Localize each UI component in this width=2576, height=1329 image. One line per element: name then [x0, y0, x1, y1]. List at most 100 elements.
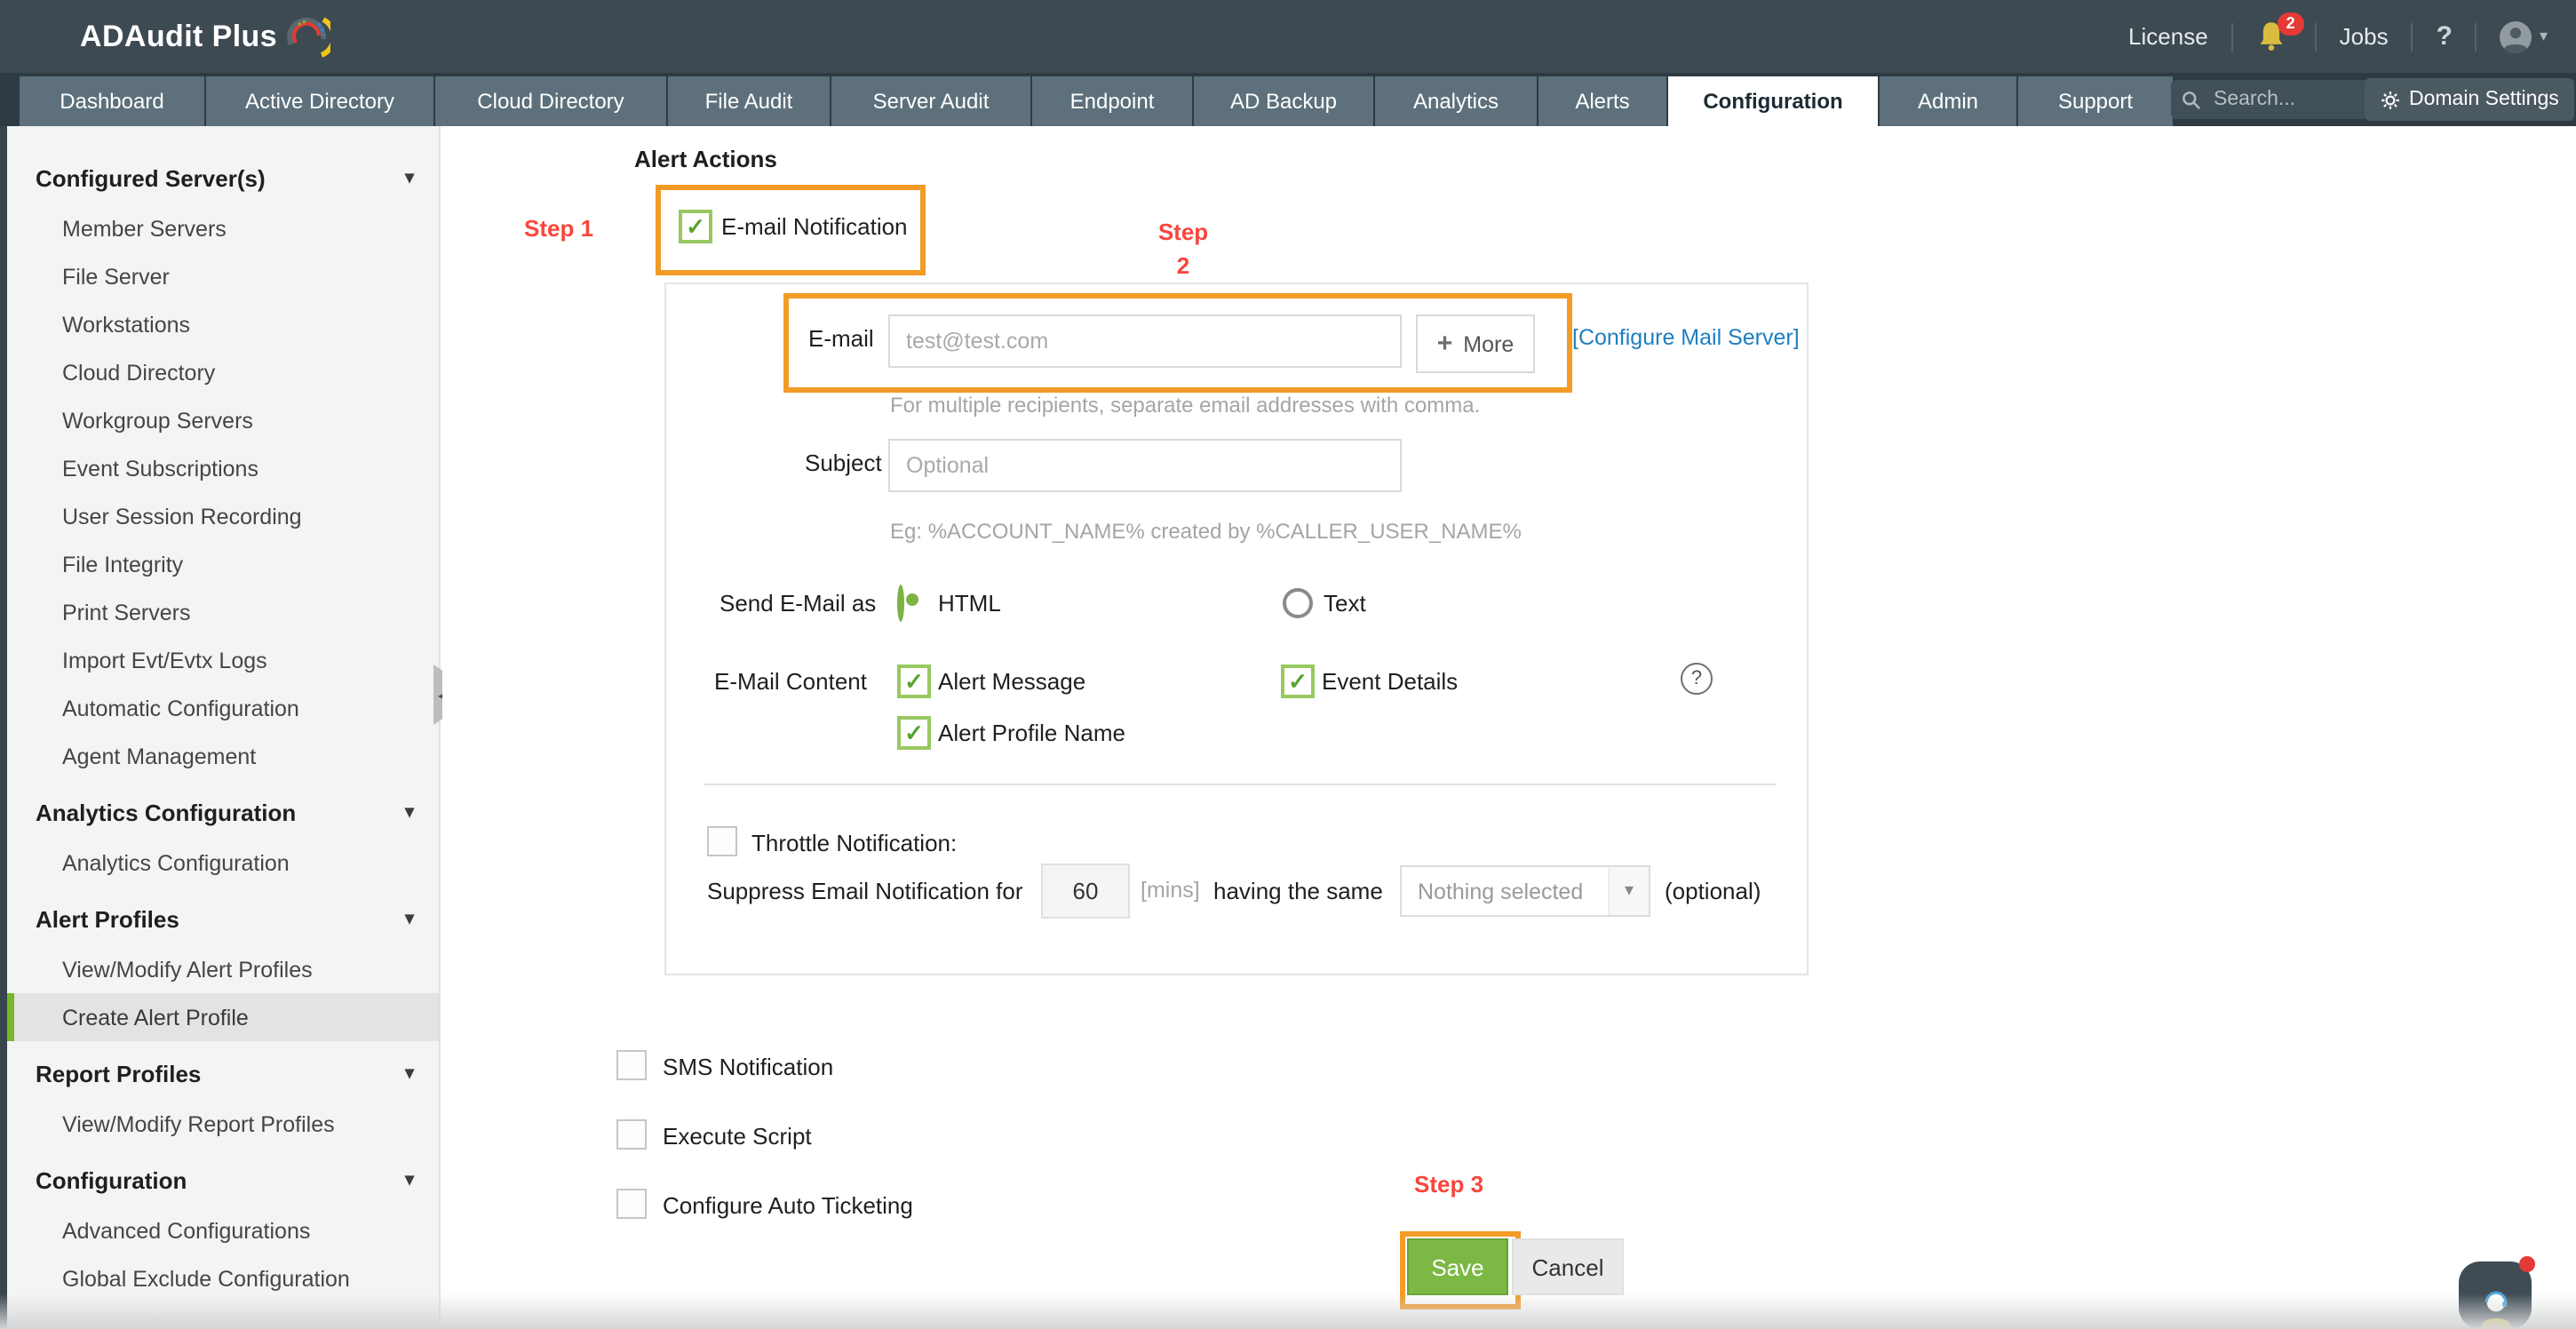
- throttle-notification-label: Throttle Notification:: [751, 830, 957, 856]
- email-content-label: E-Mail Content: [714, 668, 867, 695]
- domain-settings-label: Domain Settings: [2409, 89, 2559, 110]
- email-notification-label: E-mail Notification: [721, 213, 908, 240]
- sidebar-item-user-session-recording[interactable]: User Session Recording: [7, 492, 439, 540]
- save-button[interactable]: Save: [1407, 1238, 1508, 1295]
- separator: [2231, 22, 2233, 51]
- tab-dashboard[interactable]: Dashboard: [20, 76, 204, 126]
- send-html-radio[interactable]: [897, 585, 904, 622]
- email-content-help-icon[interactable]: ?: [1681, 663, 1713, 695]
- throttle-notification-checkbox[interactable]: [707, 826, 737, 856]
- alert-message-checkbox[interactable]: ✓: [897, 664, 931, 698]
- tab-file-audit[interactable]: File Audit: [668, 76, 830, 126]
- having-the-same-label: having the same: [1213, 878, 1383, 904]
- logo-swirl-icon: [284, 14, 330, 60]
- tab-endpoint[interactable]: Endpoint: [1032, 76, 1192, 126]
- sidebar-item-file-integrity[interactable]: File Integrity: [7, 540, 439, 588]
- optional-label: (optional): [1665, 878, 1761, 904]
- user-menu[interactable]: ▾: [2500, 20, 2548, 52]
- sidebar-item-automatic-configuration[interactable]: Automatic Configuration: [7, 684, 439, 732]
- help-icon[interactable]: ?: [2437, 21, 2453, 52]
- send-html-label: HTML: [938, 590, 1001, 617]
- configure-mail-server-link[interactable]: [Configure Mail Server]: [1572, 325, 1800, 350]
- create-alert-profile-content: Alert Actions Step 1 ✓ E-mail Notificati…: [442, 126, 2576, 1329]
- subject-field-label: Subject: [805, 450, 882, 476]
- sidebar-item-agent-management[interactable]: Agent Management: [7, 732, 439, 780]
- global-search[interactable]: [2171, 80, 2368, 119]
- throttle-criteria-dropdown[interactable]: Nothing selected ▾: [1400, 865, 1650, 917]
- separator: [2412, 22, 2413, 51]
- app-logo-text: ADAudit Plus: [80, 20, 277, 55]
- chevron-down-icon: ▾: [405, 1063, 414, 1083]
- suppress-minutes-value[interactable]: 60: [1041, 863, 1130, 919]
- configure-auto-ticketing-checkbox[interactable]: [616, 1189, 647, 1219]
- tab-server-audit[interactable]: Server Audit: [831, 76, 1030, 126]
- app-logo[interactable]: ADAudit Plus: [80, 14, 330, 60]
- sidebar-item-create-alert-profile[interactable]: Create Alert Profile: [7, 993, 439, 1041]
- sidebar: Configured Server(s)▾ Member Servers Fil…: [7, 126, 441, 1329]
- jobs-link[interactable]: Jobs: [2340, 23, 2389, 50]
- sidebar-item-global-exclude-configuration[interactable]: Global Exclude Configuration: [7, 1254, 439, 1302]
- execute-script-label: Execute Script: [663, 1123, 812, 1150]
- sms-notification-label: SMS Notification: [663, 1054, 833, 1080]
- tab-active-directory[interactable]: Active Directory: [206, 76, 433, 126]
- sidebar-item-advanced-configurations[interactable]: Advanced Configurations: [7, 1206, 439, 1254]
- subject-input[interactable]: [888, 439, 1402, 492]
- event-details-checkbox[interactable]: ✓: [1281, 664, 1315, 698]
- chevron-down-icon: ▾: [405, 168, 414, 187]
- suppress-prefix-label: Suppress Email Notification for: [707, 878, 1023, 904]
- sidebar-item-print-servers[interactable]: Print Servers: [7, 588, 439, 636]
- separator: [2476, 22, 2477, 51]
- tab-admin[interactable]: Admin: [1880, 76, 2016, 126]
- support-chat-widget[interactable]: [2459, 1261, 2532, 1329]
- configure-auto-ticketing-label: Configure Auto Ticketing: [663, 1192, 913, 1219]
- search-input[interactable]: [2210, 87, 2341, 112]
- tab-alerts[interactable]: Alerts: [1538, 76, 1666, 126]
- license-link[interactable]: License: [2128, 23, 2208, 50]
- tab-support[interactable]: Support: [2018, 76, 2173, 126]
- sidebar-item-workgroup-servers[interactable]: Workgroup Servers: [7, 396, 439, 444]
- alert-message-label: Alert Message: [938, 668, 1085, 695]
- tab-ad-backup[interactable]: AD Backup: [1194, 76, 1373, 126]
- cancel-button[interactable]: Cancel: [1512, 1238, 1624, 1295]
- send-text-radio[interactable]: [1283, 588, 1313, 618]
- sidebar-item-workstations[interactable]: Workstations: [7, 300, 439, 348]
- sidebar-section-configured-servers[interactable]: Configured Server(s)▾: [7, 151, 439, 204]
- check-icon: ✓: [1288, 670, 1308, 693]
- step1-label: Step 1: [524, 215, 593, 242]
- tab-configuration[interactable]: Configuration: [1668, 76, 1878, 126]
- mins-label: [mins]: [1141, 878, 1200, 903]
- nav-tabs: Dashboard Active Directory Cloud Directo…: [20, 76, 2174, 126]
- send-email-as-label: Send E-Mail as: [720, 590, 876, 617]
- more-button-label: More: [1463, 331, 1514, 356]
- email-input[interactable]: [888, 314, 1402, 368]
- sidebar-item-member-servers[interactable]: Member Servers: [7, 204, 439, 252]
- separator: [2315, 22, 2317, 51]
- notification-count-badge: 2: [2278, 12, 2304, 35]
- sidebar-section-configuration[interactable]: Configuration▾: [7, 1153, 439, 1206]
- email-help-text: For multiple recipients, separate email …: [890, 393, 1480, 418]
- send-text-label: Text: [1324, 590, 1366, 617]
- sidebar-item-cloud-directory[interactable]: Cloud Directory: [7, 348, 439, 396]
- sidebar-section-alert-profiles[interactable]: Alert Profiles▾: [7, 892, 439, 945]
- top-bar: ADAudit Plus License 2: [0, 0, 2576, 73]
- sms-notification-checkbox[interactable]: [616, 1050, 647, 1080]
- domain-settings-button[interactable]: Domain Settings: [2365, 78, 2575, 121]
- email-notification-checkbox[interactable]: ✓: [679, 210, 712, 243]
- tab-cloud-directory[interactable]: Cloud Directory: [435, 76, 666, 126]
- sidebar-item-view-modify-report-profiles[interactable]: View/Modify Report Profiles: [7, 1100, 439, 1148]
- check-icon: ✓: [686, 215, 705, 238]
- topbar-actions: License 2 Jobs ?: [2128, 0, 2548, 73]
- notifications-bell-icon[interactable]: 2: [2256, 19, 2292, 54]
- alert-profile-name-label: Alert Profile Name: [938, 720, 1125, 746]
- sidebar-item-analytics-configuration[interactable]: Analytics Configuration: [7, 839, 439, 887]
- sidebar-section-report-profiles[interactable]: Report Profiles▾: [7, 1046, 439, 1100]
- more-recipients-button[interactable]: + More: [1416, 314, 1535, 373]
- tab-analytics[interactable]: Analytics: [1375, 76, 1537, 126]
- alert-profile-name-checkbox[interactable]: ✓: [897, 716, 931, 750]
- sidebar-item-import-evt-logs[interactable]: Import Evt/Evtx Logs: [7, 636, 439, 684]
- sidebar-item-file-server[interactable]: File Server: [7, 252, 439, 300]
- execute-script-checkbox[interactable]: [616, 1119, 647, 1150]
- sidebar-section-analytics-configuration[interactable]: Analytics Configuration▾: [7, 785, 439, 839]
- sidebar-item-event-subscriptions[interactable]: Event Subscriptions: [7, 444, 439, 492]
- sidebar-item-view-modify-alert-profiles[interactable]: View/Modify Alert Profiles: [7, 945, 439, 993]
